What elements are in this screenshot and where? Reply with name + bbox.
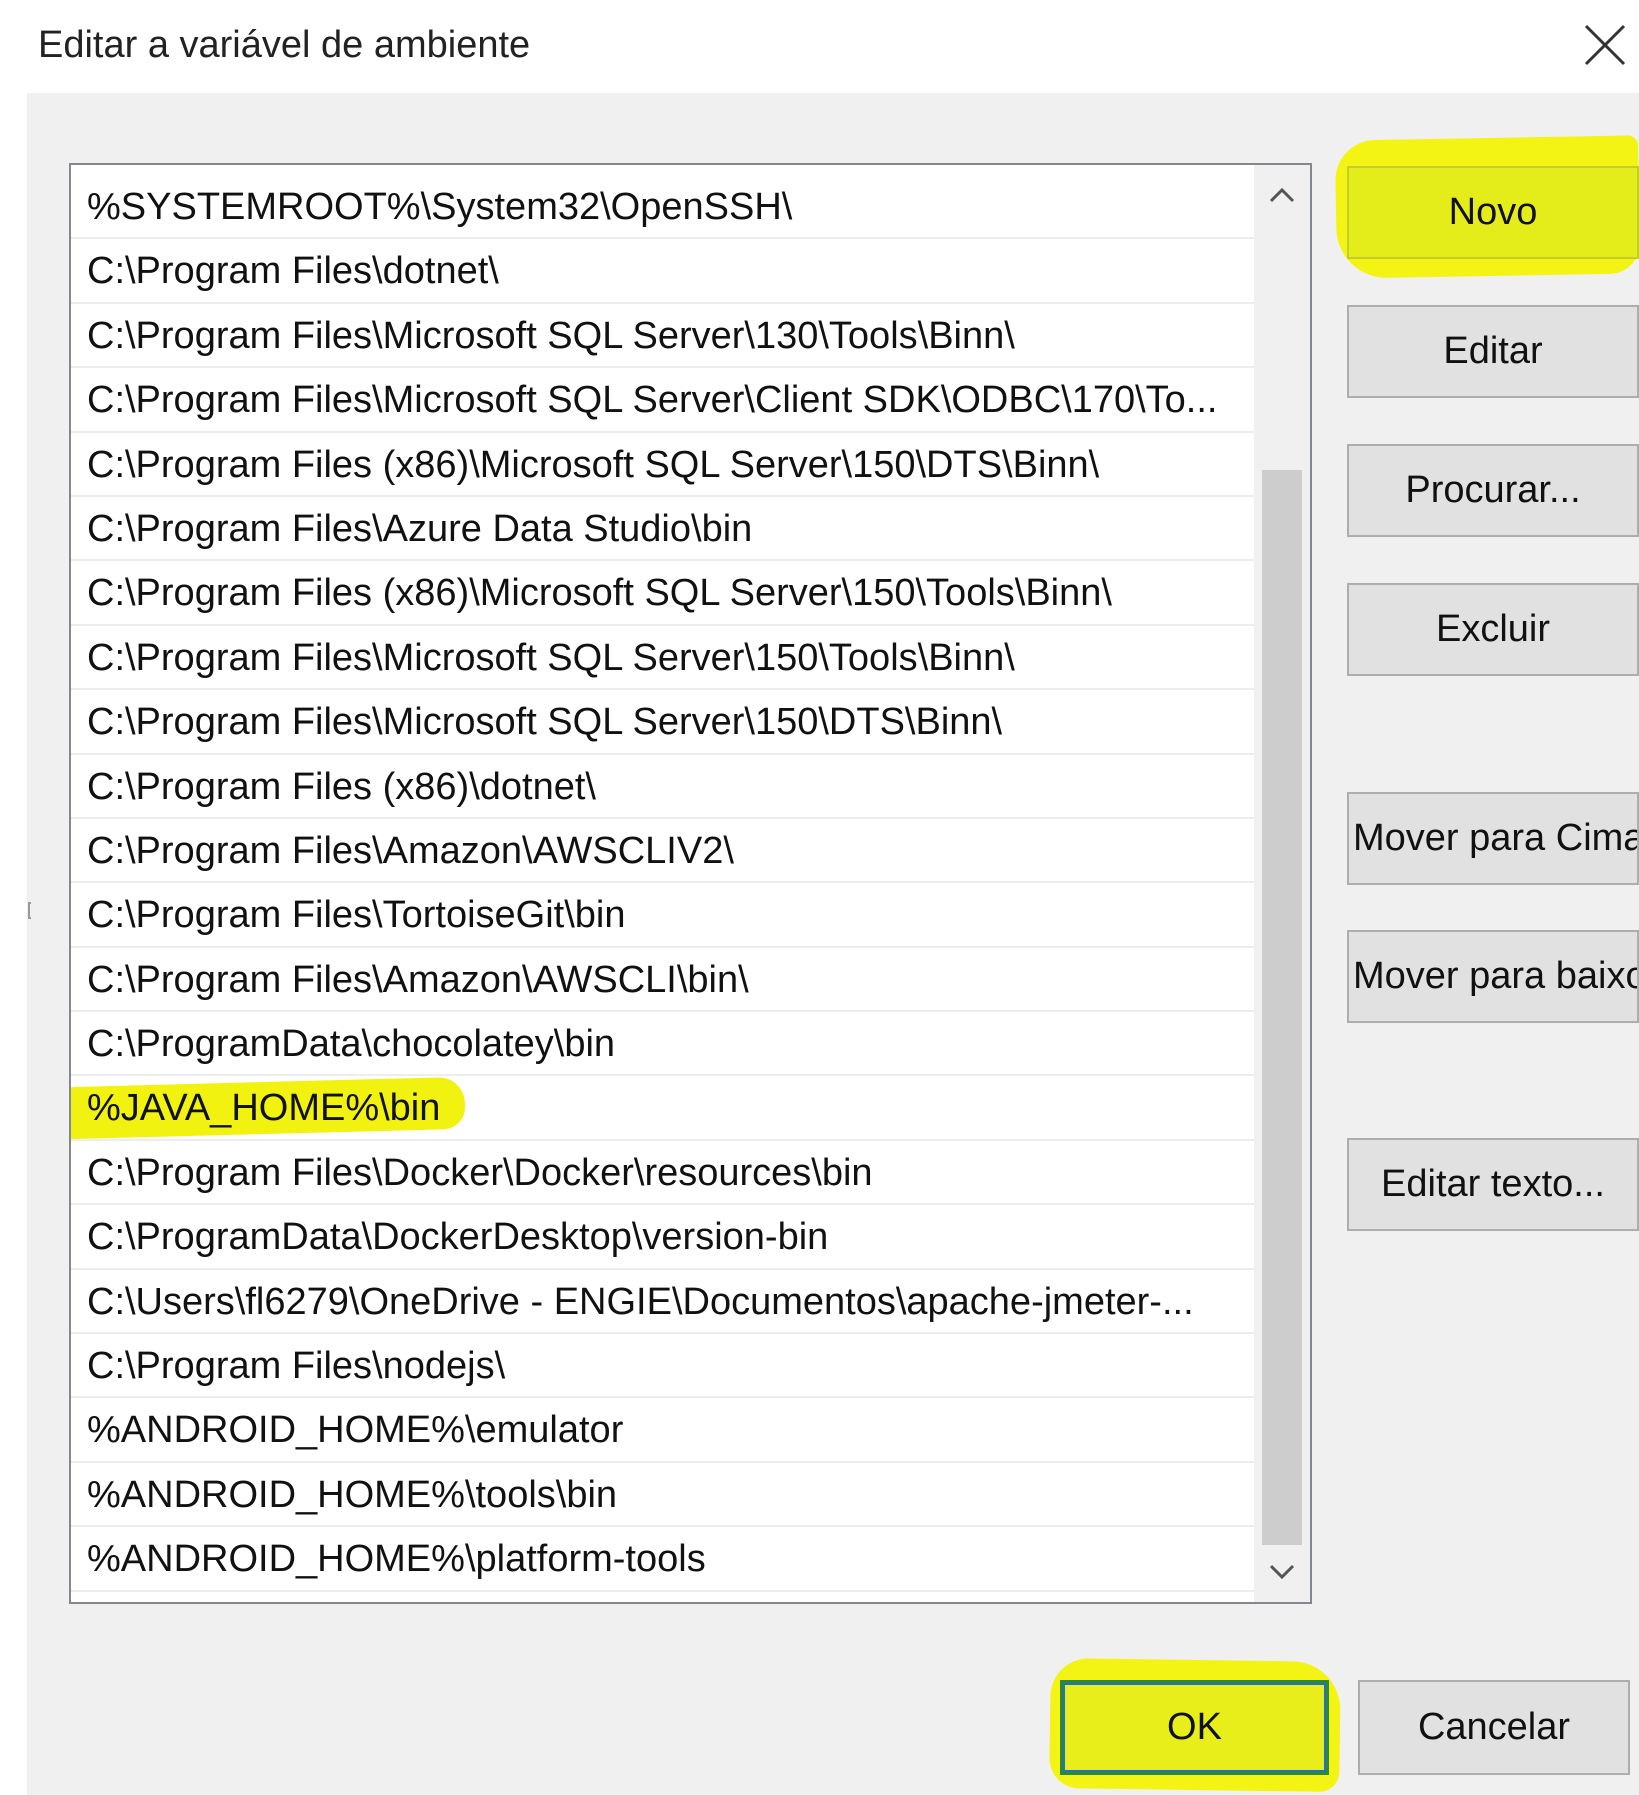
list-item[interactable]: %ANDROID_HOME%\platform-tools bbox=[71, 1527, 1254, 1592]
edit-button-label: Editar bbox=[1443, 330, 1543, 372]
move-down-button-label: Mover para baixo bbox=[1353, 955, 1639, 997]
list-item-text: C:\Program Files\Microsoft SQL Server\15… bbox=[87, 636, 1015, 679]
list-item[interactable]: %ANDROID_HOME%\emulator bbox=[71, 1398, 1254, 1463]
list-item[interactable]: C:\ProgramData\chocolatey\bin bbox=[71, 1012, 1254, 1077]
scroll-up-button[interactable] bbox=[1254, 165, 1310, 225]
list-item-text: C:\Program Files (x86)\Microsoft SQL Ser… bbox=[87, 572, 1112, 615]
list-item-text: C:\Program Files (x86)\Microsoft SQL Ser… bbox=[87, 443, 1100, 486]
browse-button[interactable]: Procurar... bbox=[1347, 444, 1639, 537]
close-icon bbox=[1584, 24, 1626, 66]
list-item[interactable]: %ANDROID_HOME%\tools\bin bbox=[71, 1463, 1254, 1528]
ok-button-label: OK bbox=[1167, 1706, 1222, 1748]
list-item-text: C:\Program Files\Amazon\AWSCLIV2\ bbox=[87, 829, 734, 872]
list-item-text: C:\ProgramData\DockerDesktop\version-bin bbox=[87, 1216, 829, 1259]
list-item[interactable]: C:\Program Files\Microsoft SQL Server\15… bbox=[71, 626, 1254, 691]
path-list[interactable]: %SYSTEMROOT%\System32\OpenSSH\ C:\Program… bbox=[69, 163, 1312, 1604]
list-item-text: %JAVA_HOME%\bin bbox=[87, 1087, 441, 1130]
list-item-text: C:\Program Files\dotnet\ bbox=[87, 250, 499, 293]
list-item[interactable]: C:\Program Files\Microsoft SQL Server\Cl… bbox=[71, 368, 1254, 433]
cancel-button[interactable]: Cancelar bbox=[1358, 1680, 1630, 1775]
list-item[interactable]: C:\ProgramData\DockerDesktop\version-bin bbox=[71, 1205, 1254, 1270]
list-item-text: C:\Program Files\Azure Data Studio\bin bbox=[87, 507, 753, 550]
list-item-text: %ANDROID_HOME%\emulator bbox=[87, 1409, 624, 1452]
edit-button[interactable]: Editar bbox=[1347, 305, 1639, 398]
edit-text-button[interactable]: Editar texto... bbox=[1347, 1138, 1639, 1231]
list-item-text: C:\Program Files (x86)\dotnet\ bbox=[87, 765, 596, 808]
path-list-items: %SYSTEMROOT%\System32\OpenSSH\ C:\Program… bbox=[71, 175, 1254, 1599]
title-bar: Editar a variável de ambiente bbox=[0, 0, 1639, 93]
list-item-text: C:\Users\fl6279\OneDrive - ENGIE\Documen… bbox=[87, 1280, 1194, 1323]
list-item[interactable]: C:\Program Files\TortoiseGit\bin bbox=[71, 883, 1254, 948]
vertical-scrollbar[interactable] bbox=[1254, 165, 1310, 1602]
move-down-button[interactable]: Mover para baixo bbox=[1347, 930, 1639, 1023]
list-item[interactable]: C:\Program Files (x86)\dotnet\ bbox=[71, 755, 1254, 819]
scroll-down-button[interactable] bbox=[1254, 1542, 1310, 1602]
delete-button-label: Excluir bbox=[1435, 608, 1551, 650]
list-item[interactable]: C:\Program Files (x86)\Microsoft SQL Ser… bbox=[71, 433, 1254, 497]
list-item[interactable]: C:\Program Files\Azure Data Studio\bin bbox=[71, 497, 1254, 562]
chevron-down-icon bbox=[1269, 1564, 1295, 1580]
list-item[interactable]: C:\Program Files\Amazon\AWSCLIV2\ bbox=[71, 819, 1254, 884]
close-button[interactable] bbox=[1580, 20, 1630, 70]
list-item-text: %ANDROID_HOME%\platform-tools bbox=[87, 1538, 706, 1581]
new-button[interactable]: Novo bbox=[1347, 166, 1639, 259]
list-item-text: C:\Program Files\Microsoft SQL Server\13… bbox=[87, 314, 1015, 357]
list-item-text: C:\Program Files\Amazon\AWSCLI\bin\ bbox=[87, 958, 749, 1001]
move-up-button-label: Mover para Cima bbox=[1353, 817, 1639, 859]
list-item-text: C:\Program Files\nodejs\ bbox=[87, 1345, 506, 1388]
list-item-text: C:\Program Files\Docker\Docker\resources… bbox=[87, 1151, 873, 1194]
delete-button[interactable]: Excluir bbox=[1347, 583, 1639, 676]
list-item[interactable]: %SYSTEMROOT%\System32\OpenSSH\ bbox=[71, 175, 1254, 240]
chevron-up-icon bbox=[1269, 187, 1295, 203]
list-item-text: %SYSTEMROOT%\System32\OpenSSH\ bbox=[87, 186, 793, 228]
list-item[interactable]: C:\Program Files\nodejs\ bbox=[71, 1334, 1254, 1399]
window-edge-fragment bbox=[28, 902, 31, 919]
list-item-text: C:\Program Files\Microsoft SQL Server\Cl… bbox=[87, 379, 1218, 422]
move-up-button[interactable]: Mover para Cima bbox=[1347, 792, 1639, 885]
list-item[interactable]: C:\Users\fl6279\OneDrive - ENGIE\Documen… bbox=[71, 1270, 1254, 1335]
list-item[interactable]: C:\Program Files\Amazon\AWSCLI\bin\ bbox=[71, 948, 1254, 1013]
list-item[interactable]: C:\Program Files\Docker\Docker\resources… bbox=[71, 1141, 1254, 1206]
edit-text-button-label: Editar texto... bbox=[1381, 1163, 1605, 1205]
list-item-text: C:\ProgramData\chocolatey\bin bbox=[87, 1023, 616, 1066]
list-item-text: %ANDROID_HOME%\tools\bin bbox=[87, 1473, 618, 1516]
list-item[interactable]: C:\Program Files\dotnet\ bbox=[71, 239, 1254, 304]
list-item[interactable]: %JAVA_HOME%\bin bbox=[71, 1076, 1254, 1141]
scroll-thumb[interactable] bbox=[1262, 470, 1302, 1545]
list-item[interactable]: C:\Program Files (x86)\Microsoft SQL Ser… bbox=[71, 561, 1254, 626]
dialog-title: Editar a variável de ambiente bbox=[38, 24, 531, 66]
list-item[interactable]: C:\Program Files\Microsoft SQL Server\15… bbox=[71, 690, 1254, 755]
list-item-text: C:\Program Files\Microsoft SQL Server\15… bbox=[87, 701, 1003, 744]
new-button-label: Novo bbox=[1448, 191, 1538, 233]
cancel-button-label: Cancelar bbox=[1417, 1706, 1571, 1748]
browse-button-label: Procurar... bbox=[1405, 469, 1581, 511]
list-item-text: C:\Program Files\TortoiseGit\bin bbox=[87, 894, 626, 937]
list-item[interactable]: C:\Program Files\Microsoft SQL Server\13… bbox=[71, 304, 1254, 369]
ok-button[interactable]: OK bbox=[1060, 1680, 1329, 1775]
